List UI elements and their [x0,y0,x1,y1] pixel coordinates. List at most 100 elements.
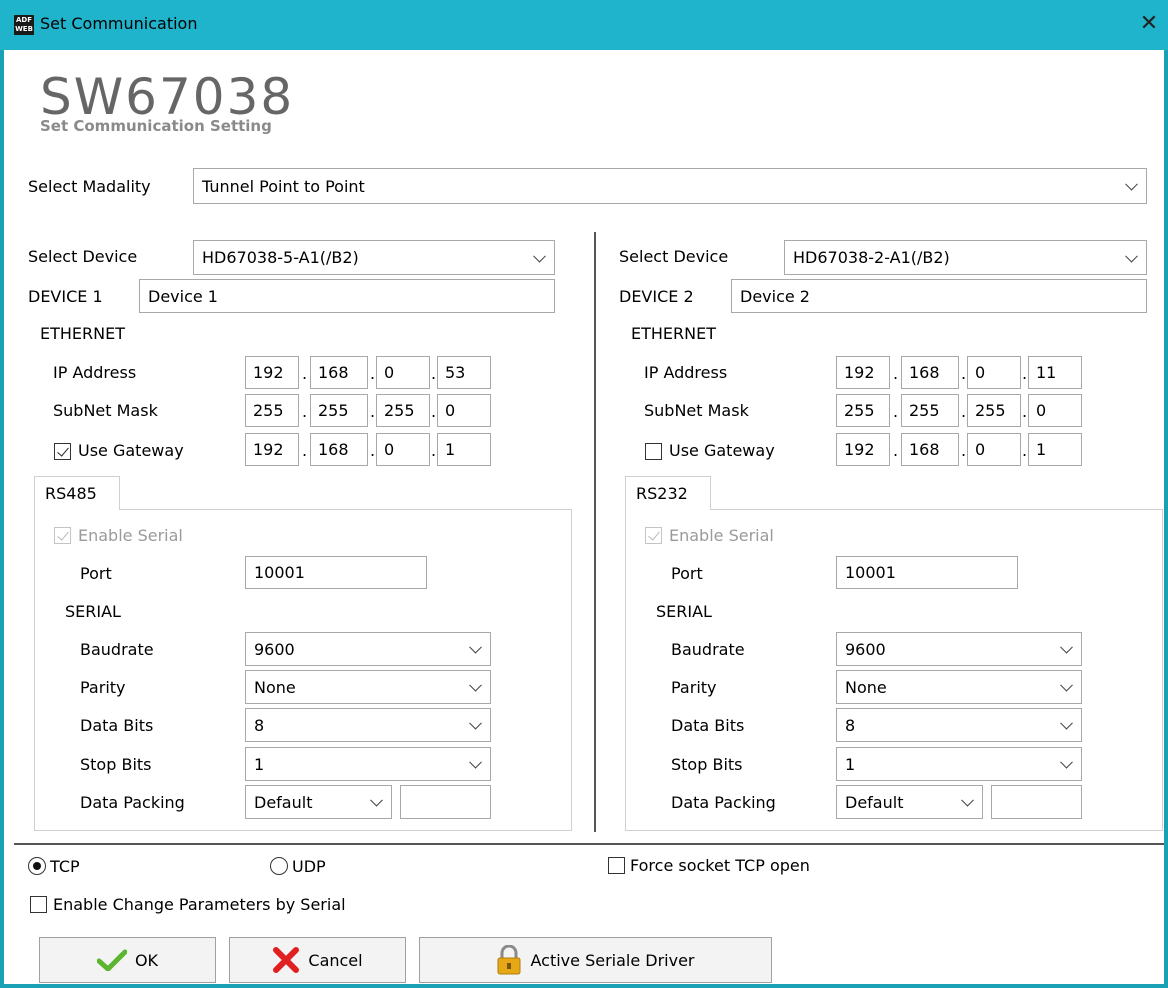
device2-ethernet-label: ETHERNET [631,324,716,343]
device1-ip-octet-3[interactable]: 0 [376,356,430,389]
device2-enable-serial-checkbox[interactable] [645,527,662,544]
ok-button[interactable]: OK [39,937,216,983]
device2-parity-select[interactable]: None [836,670,1082,704]
device2-stopbits-select[interactable]: 1 [836,747,1082,781]
tcp-label: TCP [50,857,80,876]
device2-gateway-octet-4[interactable]: 1 [1028,433,1082,466]
device1-databits-select[interactable]: 8 [245,708,491,742]
ok-label: OK [134,950,159,970]
device1-stopbits-select[interactable]: 1 [245,747,491,781]
page-subtitle: Set Communication Setting [40,117,272,135]
device1-ip-octet-2[interactable]: 168 [310,356,368,389]
device2-packing-value: Default [845,792,904,812]
window-title: Set Communication [40,14,198,33]
device2-parity-value: None [845,677,887,697]
device2-port-input[interactable]: 10001 [836,556,1018,589]
device2-mask-octet-3[interactable]: 255 [967,394,1021,427]
chevron-down-icon [1060,640,1073,654]
tab-rs485[interactable]: RS485 [34,476,120,510]
device2-ip-octet-2[interactable]: 168 [901,356,959,389]
force-socket-label: Force socket TCP open [630,856,810,875]
device1-gateway-label: Use Gateway [78,441,184,460]
device2-select-value: HD67038-2-A1(/B2) [793,248,950,267]
chevron-down-icon [1060,716,1073,730]
device2-gateway-octet-3[interactable]: 0 [967,433,1021,466]
device1-ip-octet-4[interactable]: 53 [437,356,491,389]
device2-mask-label: SubNet Mask [644,401,749,420]
device1-ethernet-label: ETHERNET [40,324,125,343]
padlock-icon [497,945,521,975]
force-socket-checkbox[interactable] [608,857,625,874]
device1-packing-select[interactable]: Default [245,785,392,819]
modality-select[interactable]: Tunnel Point to Point [193,168,1147,204]
device1-packing-extra-input[interactable] [400,785,491,819]
device1-ip-octet-1[interactable]: 192 [245,356,299,389]
tcp-radio[interactable] [28,857,46,875]
device2-stopbits-value: 1 [845,754,856,774]
device1-name-input[interactable]: Device 1 [139,279,555,313]
device2-mask-octet-2[interactable]: 255 [901,394,959,427]
device2-gateway-octet-2[interactable]: 168 [901,433,959,466]
chevron-down-icon [469,640,482,654]
device2-baudrate-select[interactable]: 9600 [836,632,1082,666]
cancel-button[interactable]: Cancel [229,937,406,983]
device2-ip-octet-1[interactable]: 192 [836,356,890,389]
device1-mask-octet-4[interactable]: 0 [437,394,491,427]
app-logo-icon: ADF WEB [14,15,34,35]
device2-name-input[interactable]: Device 2 [731,279,1147,313]
device1-enable-serial-label: Enable Serial [78,526,183,545]
device2-gateway-checkbox[interactable] [645,443,662,460]
chevron-down-icon [1125,249,1138,263]
device2-select-label: Select Device [619,247,729,266]
device1-mask-octet-2[interactable]: 255 [310,394,368,427]
device1-gateway-octet-2[interactable]: 168 [310,433,368,466]
device1-gateway-octet-3[interactable]: 0 [376,433,430,466]
device2-baudrate-label: Baudrate [671,640,745,659]
device1-mask-label: SubNet Mask [53,401,158,420]
device1-select[interactable]: HD67038-5-A1(/B2) [193,240,555,275]
active-serial-driver-button[interactable]: Active Seriale Driver [419,937,772,983]
device2-mask-octet-1[interactable]: 255 [836,394,890,427]
device2-gateway-octet-1[interactable]: 192 [836,433,890,466]
device1-port-input[interactable]: 10001 [245,556,427,589]
device1-serial-label: SERIAL [65,602,121,621]
change-params-checkbox[interactable] [30,896,47,913]
title-bar[interactable]: ADF WEB Set Communication ✕ [0,0,1168,50]
modality-label: Select Madality [28,177,151,196]
device2-port-label: Port [671,564,703,583]
tab-rs232[interactable]: RS232 [625,476,711,510]
device1-packing-value: Default [254,792,313,812]
device1-stopbits-label: Stop Bits [80,755,152,774]
device1-stopbits-value: 1 [254,754,265,774]
device1-gateway-checkbox[interactable] [54,443,71,460]
device2-stopbits-label: Stop Bits [671,755,743,774]
device1-port-label: Port [80,564,112,583]
udp-label: UDP [292,857,326,876]
device1-select-value: HD67038-5-A1(/B2) [202,248,359,267]
device1-gateway-octet-4[interactable]: 1 [437,433,491,466]
device2-mask-octet-4[interactable]: 0 [1028,394,1082,427]
device2-ip-label: IP Address [644,363,728,382]
device1-baudrate-select[interactable]: 9600 [245,632,491,666]
device1-parity-select[interactable]: None [245,670,491,704]
device2-parity-label: Parity [671,678,717,697]
device1-enable-serial-checkbox[interactable] [54,527,71,544]
close-icon[interactable]: ✕ [1138,12,1160,36]
device1-mask-octet-3[interactable]: 255 [376,394,430,427]
device2-packing-select[interactable]: Default [836,785,983,819]
device1-mask-octet-1[interactable]: 255 [245,394,299,427]
device2-baudrate-value: 9600 [845,639,886,659]
udp-radio[interactable] [270,857,288,875]
device2-packing-extra-input[interactable] [991,785,1082,819]
cancel-label: Cancel [308,950,363,970]
device1-parity-label: Parity [80,678,126,697]
device2-ip-octet-4[interactable]: 11 [1028,356,1082,389]
device2-select[interactable]: HD67038-2-A1(/B2) [784,240,1147,275]
chevron-down-icon [370,793,383,807]
device2-ip-octet-3[interactable]: 0 [967,356,1021,389]
device1-baudrate-label: Baudrate [80,640,154,659]
active-serial-driver-label: Active Seriale Driver [530,950,695,970]
chevron-down-icon [1125,177,1138,191]
device1-gateway-octet-1[interactable]: 192 [245,433,299,466]
device2-databits-select[interactable]: 8 [836,708,1082,742]
